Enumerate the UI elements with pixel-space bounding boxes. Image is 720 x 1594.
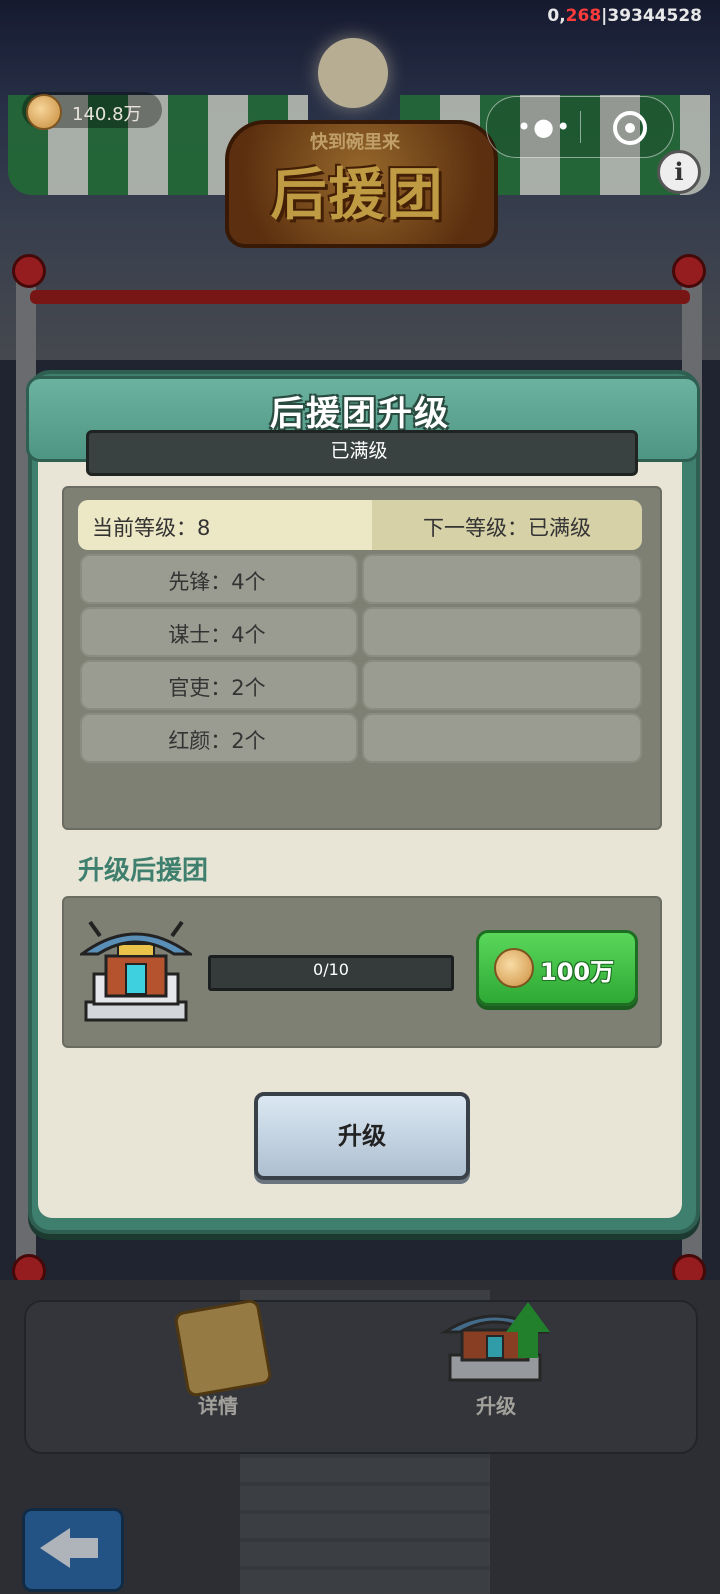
debug-status: 0,268|39344528 [547,6,702,26]
slot-right [362,554,642,604]
capsule-divider [580,111,581,143]
slot-label: 官吏：2个 [168,676,266,700]
slot-label: 红颜：2个 [168,729,266,753]
modal-title: 后援团升级 [270,394,450,434]
slot-right [362,607,642,657]
progress-text: 0/10 [313,960,349,979]
more-menu-icon[interactable]: •●• [517,115,572,139]
close-miniprogram-icon[interactable] [613,111,647,145]
max-level-text: 已满级 [330,440,388,462]
upgrade-button-label: 升级 [338,1122,386,1150]
upgrade-cost: 100万 [540,958,615,986]
section-title: 升级后援团 [78,856,209,886]
slot-label: 谋士：4个 [168,623,266,647]
building-icon [80,920,192,1022]
coin-icon [26,94,62,130]
coin-amount: 140.8万 [72,104,142,125]
info-button[interactable]: i [657,150,701,194]
slot-right [362,713,642,763]
miniprogram-capsule: •●• [486,96,674,158]
coin-icon [494,948,534,988]
slot-right [362,660,642,710]
slot-label: 先锋：4个 [168,570,266,594]
current-level-text: 当前等级：8 [92,516,211,540]
next-level-text: 下一等级：已满级 [423,516,591,540]
